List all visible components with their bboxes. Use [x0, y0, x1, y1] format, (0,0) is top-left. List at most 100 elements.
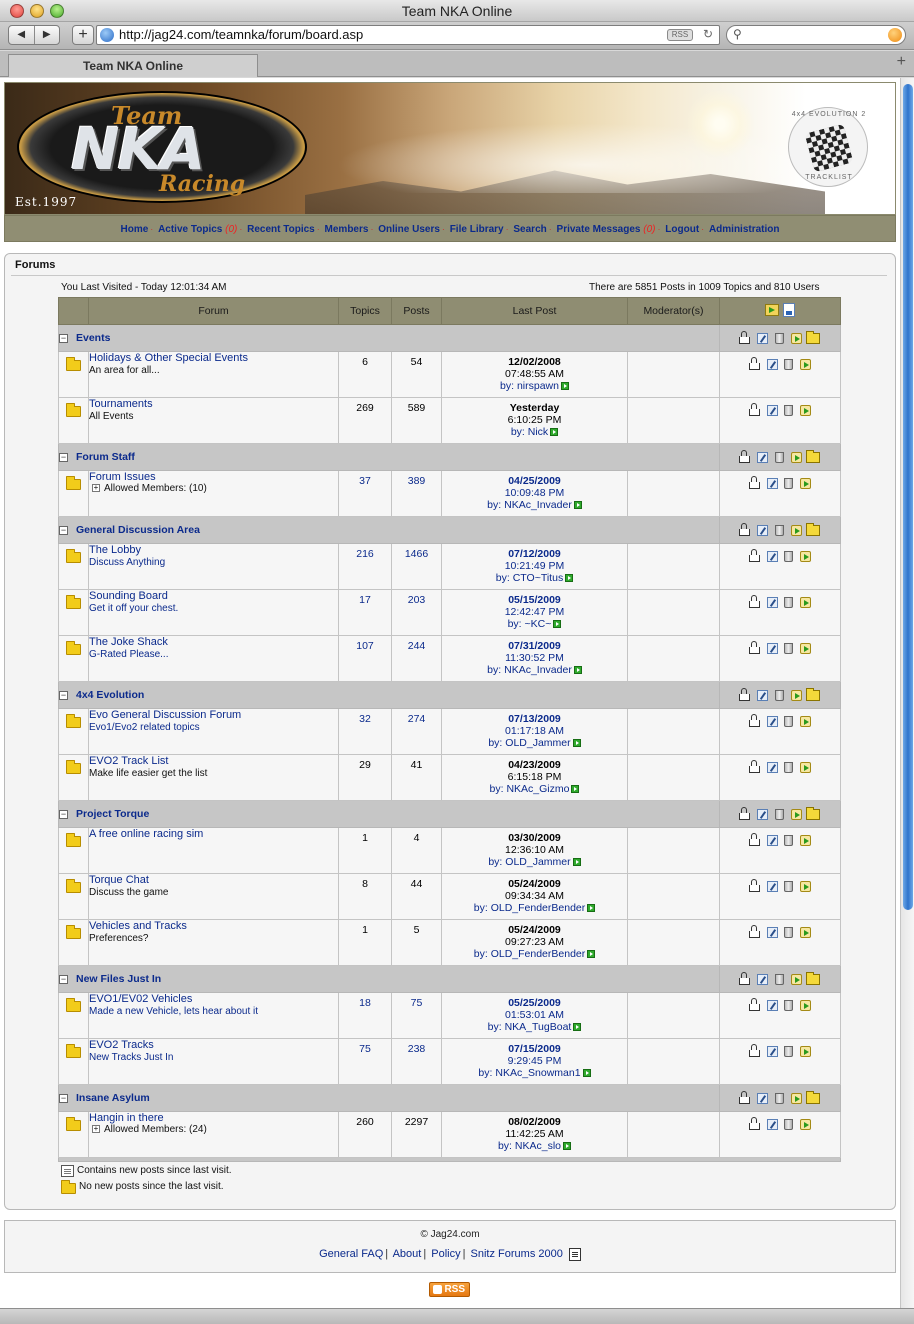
- new-topic-icon[interactable]: [791, 451, 802, 463]
- category-cell[interactable]: − Insane Asylum: [58, 1084, 720, 1112]
- expand-icon[interactable]: +: [92, 484, 100, 493]
- nav-members[interactable]: Members: [325, 224, 369, 235]
- category-title[interactable]: 4x4 Evolution: [72, 689, 144, 701]
- last-post-author[interactable]: NKA_TugBoat: [505, 1021, 572, 1033]
- new-topic-icon[interactable]: [791, 973, 802, 985]
- nav-recent-topics[interactable]: Recent Topics: [247, 224, 315, 235]
- forum-link[interactable]: Sounding Board: [89, 590, 168, 602]
- last-post-author[interactable]: NKAc_Gizmo: [506, 783, 569, 795]
- lock-icon[interactable]: [748, 356, 760, 370]
- new-topic-icon[interactable]: [800, 642, 812, 654]
- edit-icon[interactable]: [766, 1118, 778, 1130]
- lock-icon[interactable]: [748, 997, 760, 1011]
- edit-icon[interactable]: [766, 715, 778, 727]
- edit-icon[interactable]: [757, 451, 769, 463]
- edit-icon[interactable]: [766, 1045, 778, 1057]
- jump-to-last-post-icon[interactable]: [560, 382, 569, 391]
- edit-icon[interactable]: [757, 524, 769, 536]
- collapse-icon[interactable]: −: [59, 974, 68, 984]
- rss-badge[interactable]: RSS: [667, 29, 693, 41]
- jump-to-last-post-icon[interactable]: [565, 574, 574, 583]
- category-title[interactable]: General Discussion Area: [72, 524, 200, 536]
- download-icon[interactable]: [783, 303, 795, 317]
- lock-icon[interactable]: [748, 548, 760, 562]
- forum-link[interactable]: EVO2 Track List: [89, 755, 168, 767]
- new-forum-icon[interactable]: [806, 1090, 820, 1104]
- jump-to-last-post-icon[interactable]: [582, 1069, 591, 1078]
- footer-link-policy[interactable]: Policy: [431, 1248, 460, 1260]
- delete-icon[interactable]: [775, 451, 785, 463]
- category-cell[interactable]: − Forum Staff: [58, 443, 720, 471]
- collapse-icon[interactable]: −: [59, 1093, 68, 1103]
- last-post-author[interactable]: OLD_FenderBender: [491, 948, 586, 960]
- category-title[interactable]: Forum Staff: [72, 451, 135, 463]
- forum-link[interactable]: Hangin in there: [89, 1112, 164, 1124]
- last-post-author[interactable]: OLD_Jammer: [505, 737, 570, 749]
- jump-to-last-post-icon[interactable]: [573, 501, 582, 510]
- new-topic-icon[interactable]: [791, 332, 802, 344]
- edit-icon[interactable]: [766, 477, 778, 489]
- jump-to-last-post-icon[interactable]: [587, 950, 596, 959]
- new-topic-icon[interactable]: [800, 596, 812, 608]
- new-forum-icon[interactable]: [806, 449, 820, 463]
- edit-icon[interactable]: [766, 358, 778, 370]
- jump-to-last-post-icon[interactable]: [573, 666, 582, 675]
- last-post-author[interactable]: NKAc_slo: [515, 1140, 561, 1152]
- lock-icon[interactable]: [739, 971, 751, 985]
- category-cell[interactable]: − Events: [58, 324, 720, 352]
- new-forum-icon[interactable]: [806, 971, 820, 985]
- evo-tracklist-badge[interactable]: 4x4 EVOLUTION 2 TRACKLIST: [788, 107, 868, 187]
- new-forum-icon[interactable]: [806, 687, 820, 701]
- edit-icon[interactable]: [766, 880, 778, 892]
- collapse-icon[interactable]: −: [59, 809, 68, 819]
- last-post-author[interactable]: NKAc_Invader: [504, 499, 572, 511]
- delete-icon[interactable]: [784, 550, 794, 562]
- jump-to-last-post-icon[interactable]: [572, 739, 581, 748]
- new-topic-icon[interactable]: [800, 715, 812, 727]
- nav-file-library[interactable]: File Library: [450, 224, 504, 235]
- lock-icon[interactable]: [748, 832, 760, 846]
- lock-icon[interactable]: [748, 713, 760, 727]
- new-topic-icon[interactable]: [791, 1092, 802, 1104]
- lock-icon[interactable]: [748, 475, 760, 489]
- last-post-author[interactable]: OLD_FenderBender: [491, 902, 586, 914]
- new-tab-icon[interactable]: +: [897, 53, 906, 71]
- lock-icon[interactable]: [748, 1043, 760, 1057]
- nav-online-users[interactable]: Online Users: [378, 224, 440, 235]
- edit-icon[interactable]: [757, 808, 769, 820]
- lock-icon[interactable]: [748, 924, 760, 938]
- jump-to-last-post-icon[interactable]: [587, 904, 596, 913]
- edit-icon[interactable]: [757, 332, 769, 344]
- nav-private-messages[interactable]: Private Messages: [557, 224, 641, 235]
- delete-icon[interactable]: [775, 689, 785, 701]
- delete-icon[interactable]: [784, 596, 794, 608]
- delete-icon[interactable]: [784, 880, 794, 892]
- new-topic-icon[interactable]: [800, 477, 812, 489]
- category-title[interactable]: New Files Just In: [72, 973, 161, 985]
- address-bar[interactable]: http://jag24.com/teamnka/forum/board.asp…: [96, 25, 720, 45]
- reload-icon[interactable]: ↻: [703, 27, 713, 41]
- lock-icon[interactable]: [739, 806, 751, 820]
- team-nka-logo[interactable]: Team NKA Racing: [17, 91, 307, 203]
- lock-icon[interactable]: [739, 1090, 751, 1104]
- forum-link[interactable]: Torque Chat: [89, 874, 149, 886]
- edit-icon[interactable]: [757, 689, 769, 701]
- delete-icon[interactable]: [775, 973, 785, 985]
- new-forum-icon[interactable]: [806, 806, 820, 820]
- forum-link[interactable]: Evo General Discussion Forum: [89, 709, 241, 721]
- new-topic-icon[interactable]: [800, 550, 812, 562]
- category-cell[interactable]: − Project Torque: [58, 800, 720, 828]
- collapse-icon[interactable]: −: [59, 525, 68, 535]
- forum-link[interactable]: The Joke Shack: [89, 636, 168, 648]
- edit-icon[interactable]: [766, 834, 778, 846]
- edit-icon[interactable]: [766, 999, 778, 1011]
- delete-icon[interactable]: [784, 834, 794, 846]
- new-topic-icon[interactable]: [800, 999, 812, 1011]
- new-forum-icon[interactable]: [806, 522, 820, 536]
- delete-icon[interactable]: [784, 404, 794, 416]
- lock-icon[interactable]: [748, 1116, 760, 1130]
- new-topic-icon[interactable]: [791, 808, 802, 820]
- nav-logout[interactable]: Logout: [665, 224, 699, 235]
- lock-icon[interactable]: [748, 402, 760, 416]
- nav-active-topics[interactable]: Active Topics: [158, 224, 222, 235]
